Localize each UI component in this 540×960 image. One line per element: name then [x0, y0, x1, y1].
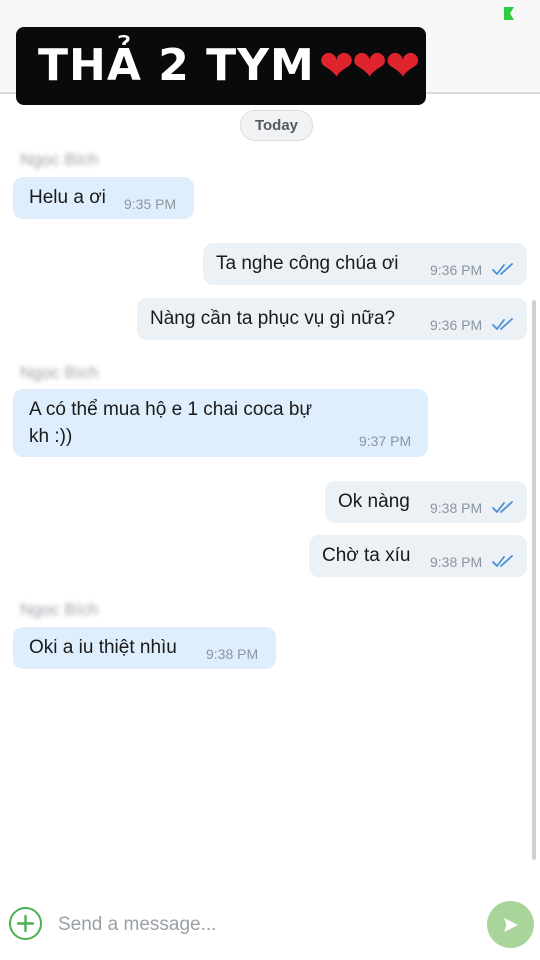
message-bubble-outgoing[interactable]: Chờ ta xíu 9:38 PM: [309, 535, 527, 577]
message-time: 9:38 PM: [430, 500, 483, 516]
read-receipt-icon: [492, 263, 513, 275]
message-text: Oki a iu thiệt nhìu: [29, 637, 177, 658]
date-separator: Today: [240, 110, 313, 141]
caption-text: THẢ 2 TYM: [38, 40, 315, 91]
message-text: Nàng cần ta phục vụ gì nữa?: [150, 308, 396, 329]
chat-scrollbar[interactable]: [532, 300, 536, 860]
message-bubble-outgoing[interactable]: Ok nàng 9:38 PM: [325, 481, 527, 523]
status-bar: [0, 0, 540, 28]
message-text-line1: A có thể mua hộ e 1 chai coca bự: [29, 399, 313, 420]
message-text: Ok nàng: [338, 491, 410, 512]
message-bubble-incoming[interactable]: A có thể mua hộ e 1 chai coca bự kh :)) …: [13, 389, 428, 457]
message-time: 9:36 PM: [430, 262, 483, 278]
message-time: 9:37 PM: [359, 433, 412, 449]
message-bubble-incoming[interactable]: Oki a iu thiệt nhìu 9:38 PM: [13, 627, 276, 669]
sender-name: Ngọc Bích: [20, 363, 99, 382]
read-receipt-icon: [492, 318, 513, 330]
battery-icon: [504, 7, 514, 20]
caption-overlay: THẢ 2 TYM ❤❤❤: [16, 27, 426, 105]
send-button[interactable]: [487, 901, 534, 948]
message-time: 9:36 PM: [430, 317, 483, 333]
send-arrow-icon: [503, 917, 518, 932]
message-text: Chờ ta xíu: [322, 545, 411, 566]
message-time: 9:38 PM: [430, 554, 483, 570]
sender-name: Ngọc Bích: [20, 600, 99, 619]
message-time: 9:35 PM: [124, 196, 177, 212]
message-text-line2: kh :)): [29, 426, 73, 447]
message-bubble-outgoing[interactable]: Nàng cần ta phục vụ gì nữa? 9:36 PM: [137, 298, 527, 340]
message-input[interactable]: [58, 910, 458, 940]
message-time: 9:38 PM: [206, 646, 259, 662]
message-text: Ta nghe công chúa ơi: [216, 253, 399, 274]
read-receipt-icon: [492, 501, 513, 513]
read-receipt-icon: [492, 555, 513, 567]
sender-name: Ngọc Bích: [20, 150, 99, 169]
add-attachment-button[interactable]: [9, 907, 42, 940]
plus-circle-icon: [16, 914, 35, 933]
message-bubble-outgoing[interactable]: Ta nghe công chúa ơi 9:36 PM: [203, 243, 527, 285]
message-bubble-incoming[interactable]: Helu a ơi 9:35 PM: [13, 177, 194, 219]
message-text: Helu a ơi: [29, 187, 106, 208]
heart-icons: ❤❤❤: [318, 42, 421, 89]
